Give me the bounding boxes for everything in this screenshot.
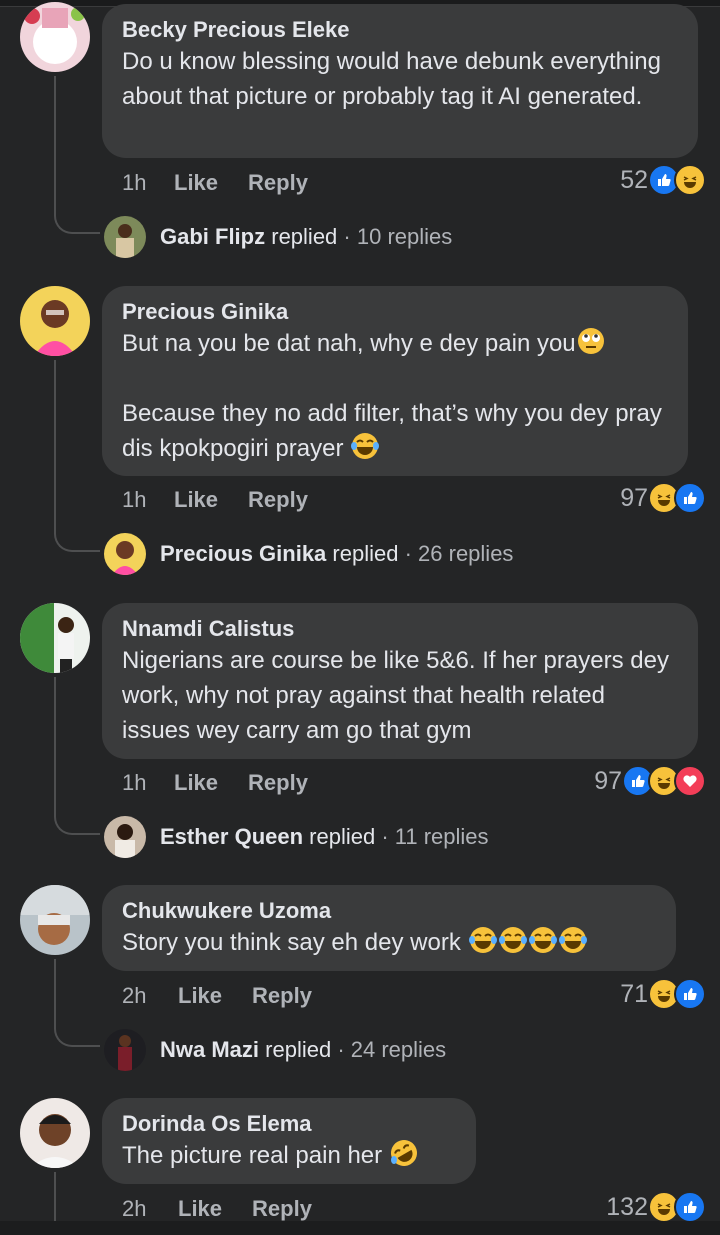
thread-line — [54, 959, 56, 1019]
thread-line — [54, 1172, 56, 1222]
thread-connector — [54, 1019, 100, 1047]
rolling-laughing-emoji-icon — [389, 1138, 419, 1168]
comment-text: Story you think say eh dey work — [122, 925, 656, 960]
reaction-summary[interactable]: 52 — [620, 164, 706, 196]
reaction-summary[interactable]: 132 — [606, 1191, 706, 1223]
tears-of-joy-emoji-icon — [558, 925, 588, 955]
comment-bubble: Nnamdi Calistus Nigerians are course be … — [102, 603, 698, 759]
reply-button[interactable]: Reply — [248, 770, 308, 796]
thread-connector — [54, 524, 100, 552]
replier-name: Esther Queen — [160, 824, 304, 849]
avatar — [104, 816, 146, 858]
tears-of-joy-emoji-icon — [498, 925, 528, 955]
replier-name: Nwa Mazi — [160, 1037, 260, 1062]
haha-reaction-icon — [674, 164, 706, 196]
comment-actions: 1h Like Reply — [122, 770, 308, 796]
commenter-name[interactable]: Nnamdi Calistus — [122, 615, 678, 643]
reply-button[interactable]: Reply — [248, 170, 308, 196]
reaction-count: 132 — [606, 1192, 648, 1221]
comment-text: Nigerians are course be like 5&6. If her… — [122, 647, 676, 744]
avatar[interactable] — [20, 2, 90, 72]
view-replies-link[interactable]: Nwa Mazi replied · 24 replies — [104, 1029, 446, 1071]
timestamp: 2h — [122, 1196, 147, 1221]
love-reaction-icon — [674, 765, 706, 797]
view-replies-link[interactable]: Esther Queen replied · 11 replies — [104, 816, 489, 858]
like-reaction-icon — [674, 482, 706, 514]
replier-name: Gabi Flipz — [160, 224, 266, 249]
avatar — [104, 533, 146, 575]
replied-label: replied — [265, 1037, 332, 1062]
view-replies-link[interactable]: Gabi Flipz replied · 10 replies — [104, 216, 452, 258]
like-button[interactable]: Like — [174, 170, 218, 196]
reply-count: · 26 replies — [404, 541, 514, 566]
timestamp: 1h — [122, 487, 147, 512]
reaction-summary[interactable]: 71 — [620, 978, 706, 1010]
replier-name: Precious Ginika — [160, 541, 327, 566]
like-button[interactable]: Like — [174, 770, 218, 796]
thread-connector — [54, 206, 100, 234]
comment-bubble: Becky Precious Eleke Do u know blessing … — [102, 4, 698, 158]
reaction-count: 97 — [620, 483, 648, 512]
thread-line — [54, 76, 56, 206]
commenter-name[interactable]: Chukwukere Uzoma — [122, 897, 656, 925]
thread-line — [54, 360, 56, 524]
avatar[interactable] — [20, 603, 90, 673]
comment-bubble: Dorinda Os Elema The picture real pain h… — [102, 1098, 476, 1184]
reaction-count: 97 — [594, 766, 622, 795]
reply-button[interactable]: Reply — [252, 983, 312, 1009]
thread-line — [54, 677, 56, 807]
like-button[interactable]: Like — [178, 1196, 222, 1222]
like-button[interactable]: Like — [174, 487, 218, 513]
view-replies-link[interactable]: Precious Ginika replied · 26 replies — [104, 533, 513, 575]
timestamp: 2h — [122, 983, 147, 1008]
avatar[interactable] — [20, 885, 90, 955]
avatar — [104, 216, 146, 258]
like-reaction-icon — [674, 1191, 706, 1223]
comment-actions: 2h Like Reply — [122, 983, 312, 1009]
comment-actions: 2h Like Reply — [122, 1196, 312, 1222]
reply-count: · 24 replies — [337, 1037, 447, 1062]
comment-bubble: Chukwukere Uzoma Story you think say eh … — [102, 885, 676, 971]
avatar[interactable] — [20, 286, 90, 356]
replied-label: replied — [309, 824, 376, 849]
tears-of-joy-emoji-icon — [468, 925, 498, 955]
bottom-bar — [0, 1221, 720, 1235]
timestamp: 1h — [122, 170, 147, 195]
replied-label: replied — [271, 224, 338, 249]
comment-text: The picture real pain her — [122, 1138, 456, 1173]
eye-roll-emoji-icon — [576, 326, 606, 356]
avatar[interactable] — [20, 1098, 90, 1168]
commenter-name[interactable]: Dorinda Os Elema — [122, 1110, 456, 1138]
comment-actions: 1h Like Reply — [122, 170, 308, 196]
reaction-summary[interactable]: 97 — [620, 482, 706, 514]
reaction-count: 71 — [620, 979, 648, 1008]
like-reaction-icon — [674, 978, 706, 1010]
commenter-name[interactable]: Precious Ginika — [122, 298, 668, 326]
avatar — [104, 1029, 146, 1071]
thread-connector — [54, 807, 100, 835]
replied-label: replied — [332, 541, 399, 566]
reply-count: · 11 replies — [381, 824, 489, 849]
comment-text: Do u know blessing would have debunk eve… — [122, 48, 668, 110]
reaction-summary[interactable]: 97 — [594, 765, 706, 797]
tears-of-joy-emoji-icon — [350, 431, 380, 461]
reaction-count: 52 — [620, 165, 648, 194]
tears-of-joy-emoji-icon — [528, 925, 558, 955]
commenter-name[interactable]: Becky Precious Eleke — [122, 16, 678, 44]
comment-bubble: Precious Ginika But na you be dat nah, w… — [102, 286, 688, 476]
timestamp: 1h — [122, 770, 147, 795]
comment-text-line-2: Because they no add filter, that’s why y… — [122, 400, 669, 462]
reply-button[interactable]: Reply — [248, 487, 308, 513]
like-button[interactable]: Like — [178, 983, 222, 1009]
reply-button[interactable]: Reply — [252, 1196, 312, 1222]
comment-text-line-1: But na you be dat nah, why e dey pain yo… — [122, 326, 668, 361]
comment-actions: 1h Like Reply — [122, 487, 308, 513]
reply-count: · 10 replies — [343, 224, 453, 249]
